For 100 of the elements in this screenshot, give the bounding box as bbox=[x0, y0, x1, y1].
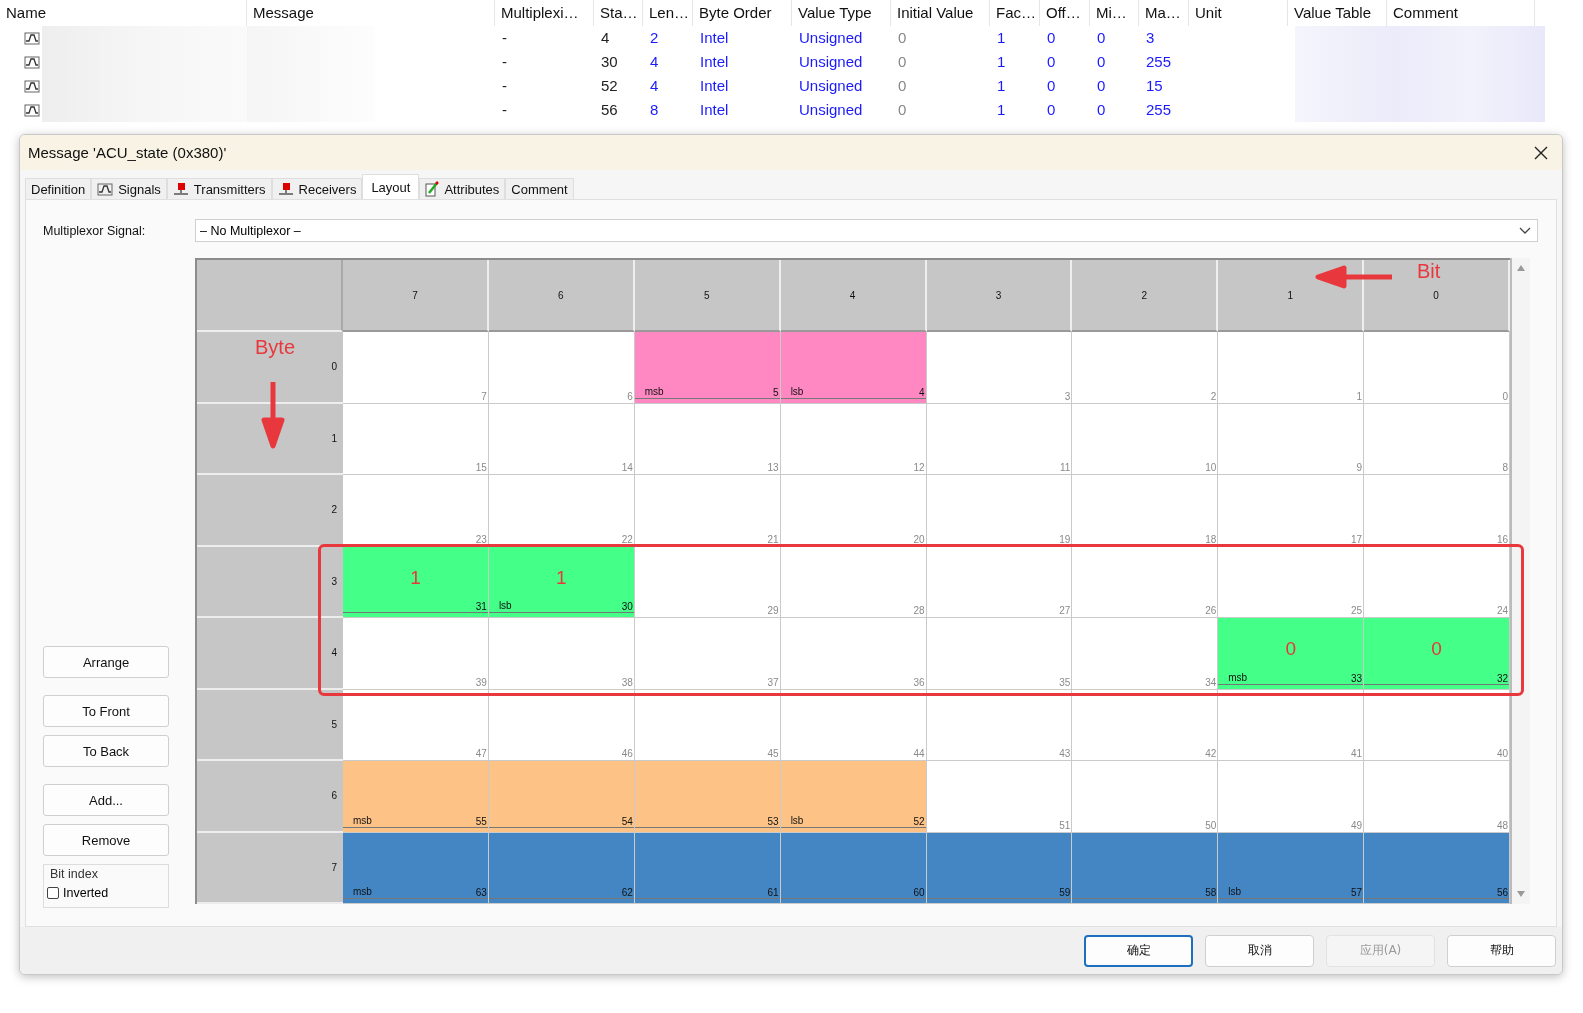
column-header[interactable]: Ma… bbox=[1139, 0, 1189, 26]
signal-cell[interactable]: 0 msb 33 bbox=[1218, 618, 1365, 690]
byte-row-header: 6 bbox=[197, 761, 343, 833]
bit-column-header: 6 bbox=[488, 260, 635, 332]
signal-cell[interactable]: 1 lsb 30 bbox=[488, 546, 635, 618]
bit-number: 58 bbox=[1205, 887, 1217, 898]
bit-number: 34 bbox=[1205, 676, 1217, 688]
table-cell-text: 0 bbox=[897, 52, 908, 72]
bit-number: 6 bbox=[627, 390, 633, 402]
bit-number: 49 bbox=[1351, 819, 1363, 831]
table-cell-text: 255 bbox=[1145, 52, 1173, 72]
tab[interactable]: Layout bbox=[362, 174, 420, 199]
byte-row-header: 2 bbox=[197, 475, 343, 547]
signal-cell[interactable]: 56 bbox=[1364, 832, 1510, 904]
column-header[interactable]: Off… bbox=[1040, 0, 1090, 26]
bit-number: 18 bbox=[1205, 533, 1217, 545]
multiplexor-dropdown[interactable]: – No Multiplexor – bbox=[195, 219, 1538, 242]
bit-number: 4 bbox=[918, 386, 925, 398]
value-note: 0 bbox=[1284, 638, 1297, 660]
signal-cell[interactable]: 0 32 bbox=[1364, 618, 1510, 690]
table-cell-text: 4 bbox=[649, 76, 660, 96]
bit-number: 54 bbox=[621, 815, 633, 827]
signal-cell[interactable]: lsb 52 bbox=[780, 761, 927, 833]
column-header[interactable]: Sta… bbox=[594, 0, 643, 26]
side-button[interactable]: To Back bbox=[43, 735, 169, 767]
table-cell-text: Intel bbox=[699, 28, 730, 48]
column-header[interactable]: Value Type bbox=[792, 0, 891, 26]
signal-cell[interactable]: 1 31 bbox=[343, 546, 489, 618]
signal-cell[interactable]: 53 bbox=[634, 761, 781, 833]
signal-cell[interactable]: msb 55 bbox=[343, 761, 489, 833]
bit-tag: lsb bbox=[790, 385, 804, 397]
annotation-label: Bit bbox=[1417, 260, 1441, 283]
signal-cell[interactable]: 54 bbox=[488, 761, 635, 833]
column-header[interactable]: Fac… bbox=[990, 0, 1040, 26]
tab[interactable]: Attributes bbox=[419, 178, 506, 199]
scrollbar[interactable] bbox=[1510, 258, 1530, 904]
column-header[interactable]: Mi… bbox=[1090, 0, 1139, 26]
signal-cell[interactable]: 60 bbox=[780, 832, 927, 904]
bit-number: 61 bbox=[767, 887, 779, 898]
tab[interactable]: Signals bbox=[91, 178, 167, 199]
bit-number: 0 bbox=[1502, 390, 1508, 402]
signal-icon bbox=[97, 182, 114, 196]
signal-cell[interactable]: 61 bbox=[634, 832, 781, 904]
signal-cell[interactable]: msb 63 bbox=[343, 832, 489, 904]
dialog-button[interactable]: 取消 bbox=[1205, 934, 1314, 967]
bit-number: 39 bbox=[475, 676, 487, 688]
column-header[interactable]: Byte Order bbox=[693, 0, 792, 26]
table-cell-text: Unsigned bbox=[798, 28, 864, 48]
scroll-up-icon bbox=[1516, 264, 1526, 272]
column-header[interactable]: Len… bbox=[643, 0, 693, 26]
tab[interactable]: Definition bbox=[25, 178, 92, 199]
bit-number: 23 bbox=[475, 533, 487, 545]
annotation-label: Byte bbox=[255, 336, 296, 359]
signal-cell[interactable]: 58 bbox=[1072, 832, 1219, 904]
bit-number: 51 bbox=[1059, 819, 1071, 831]
signal-icon bbox=[24, 103, 40, 117]
bit-number: 57 bbox=[1351, 887, 1363, 898]
scroll-down-icon bbox=[1516, 890, 1526, 898]
bit-number: 35 bbox=[1059, 676, 1071, 688]
side-button[interactable]: Remove bbox=[43, 824, 169, 856]
signal-cell[interactable]: 62 bbox=[488, 832, 635, 904]
signal-cell[interactable]: lsb 57 bbox=[1218, 832, 1365, 904]
bit-number: 33 bbox=[1351, 672, 1363, 684]
signal-cell[interactable]: 59 bbox=[926, 832, 1073, 904]
signal-cell[interactable]: msb 5 bbox=[634, 332, 781, 404]
bit-number: 12 bbox=[913, 462, 925, 473]
side-button[interactable]: Add... bbox=[43, 784, 169, 816]
table-cell-text: 255 bbox=[1145, 100, 1173, 120]
tab[interactable]: Receivers bbox=[271, 178, 363, 199]
dialog-button[interactable]: 确定 bbox=[1084, 934, 1193, 967]
signal-icon bbox=[24, 79, 40, 93]
signal-cell[interactable]: lsb 4 bbox=[780, 332, 927, 404]
bit-number: 32 bbox=[1496, 672, 1508, 684]
bit-number: 37 bbox=[767, 676, 779, 688]
table-cell-text: Unsigned bbox=[798, 52, 864, 72]
tab[interactable]: Transmitters bbox=[166, 178, 272, 199]
chevron-icon bbox=[1519, 226, 1531, 235]
tab[interactable]: Comment bbox=[505, 178, 574, 199]
bit-column-header: 1 bbox=[1218, 260, 1365, 332]
bit-number: 31 bbox=[475, 601, 487, 612]
bit-column-header: 5 bbox=[634, 260, 781, 332]
bit-number: 11 bbox=[1060, 462, 1071, 473]
bit-column-header: 7 bbox=[343, 260, 489, 332]
column-header[interactable]: Initial Value bbox=[891, 0, 990, 26]
side-button[interactable]: To Front bbox=[43, 695, 169, 727]
bit-number: 16 bbox=[1496, 533, 1508, 545]
bit-number: 1 bbox=[1356, 390, 1363, 402]
table-cell-text: 1 bbox=[996, 52, 1007, 72]
column-header[interactable]: Multiplexi… bbox=[495, 0, 594, 26]
bit-column-header: 3 bbox=[926, 260, 1073, 332]
bit-number: 46 bbox=[621, 748, 633, 759]
dialog-button[interactable]: 帮助 bbox=[1447, 934, 1556, 967]
close-icon bbox=[1534, 145, 1548, 160]
bit-tag: msb bbox=[353, 886, 372, 897]
bit-number: 53 bbox=[767, 815, 779, 827]
bit-number: 60 bbox=[913, 887, 925, 898]
inverted-checkbox[interactable] bbox=[47, 887, 59, 899]
side-button[interactable]: Arrange bbox=[43, 646, 169, 678]
column-header[interactable]: Unit bbox=[1189, 0, 1288, 26]
bit-number: 55 bbox=[475, 815, 487, 827]
